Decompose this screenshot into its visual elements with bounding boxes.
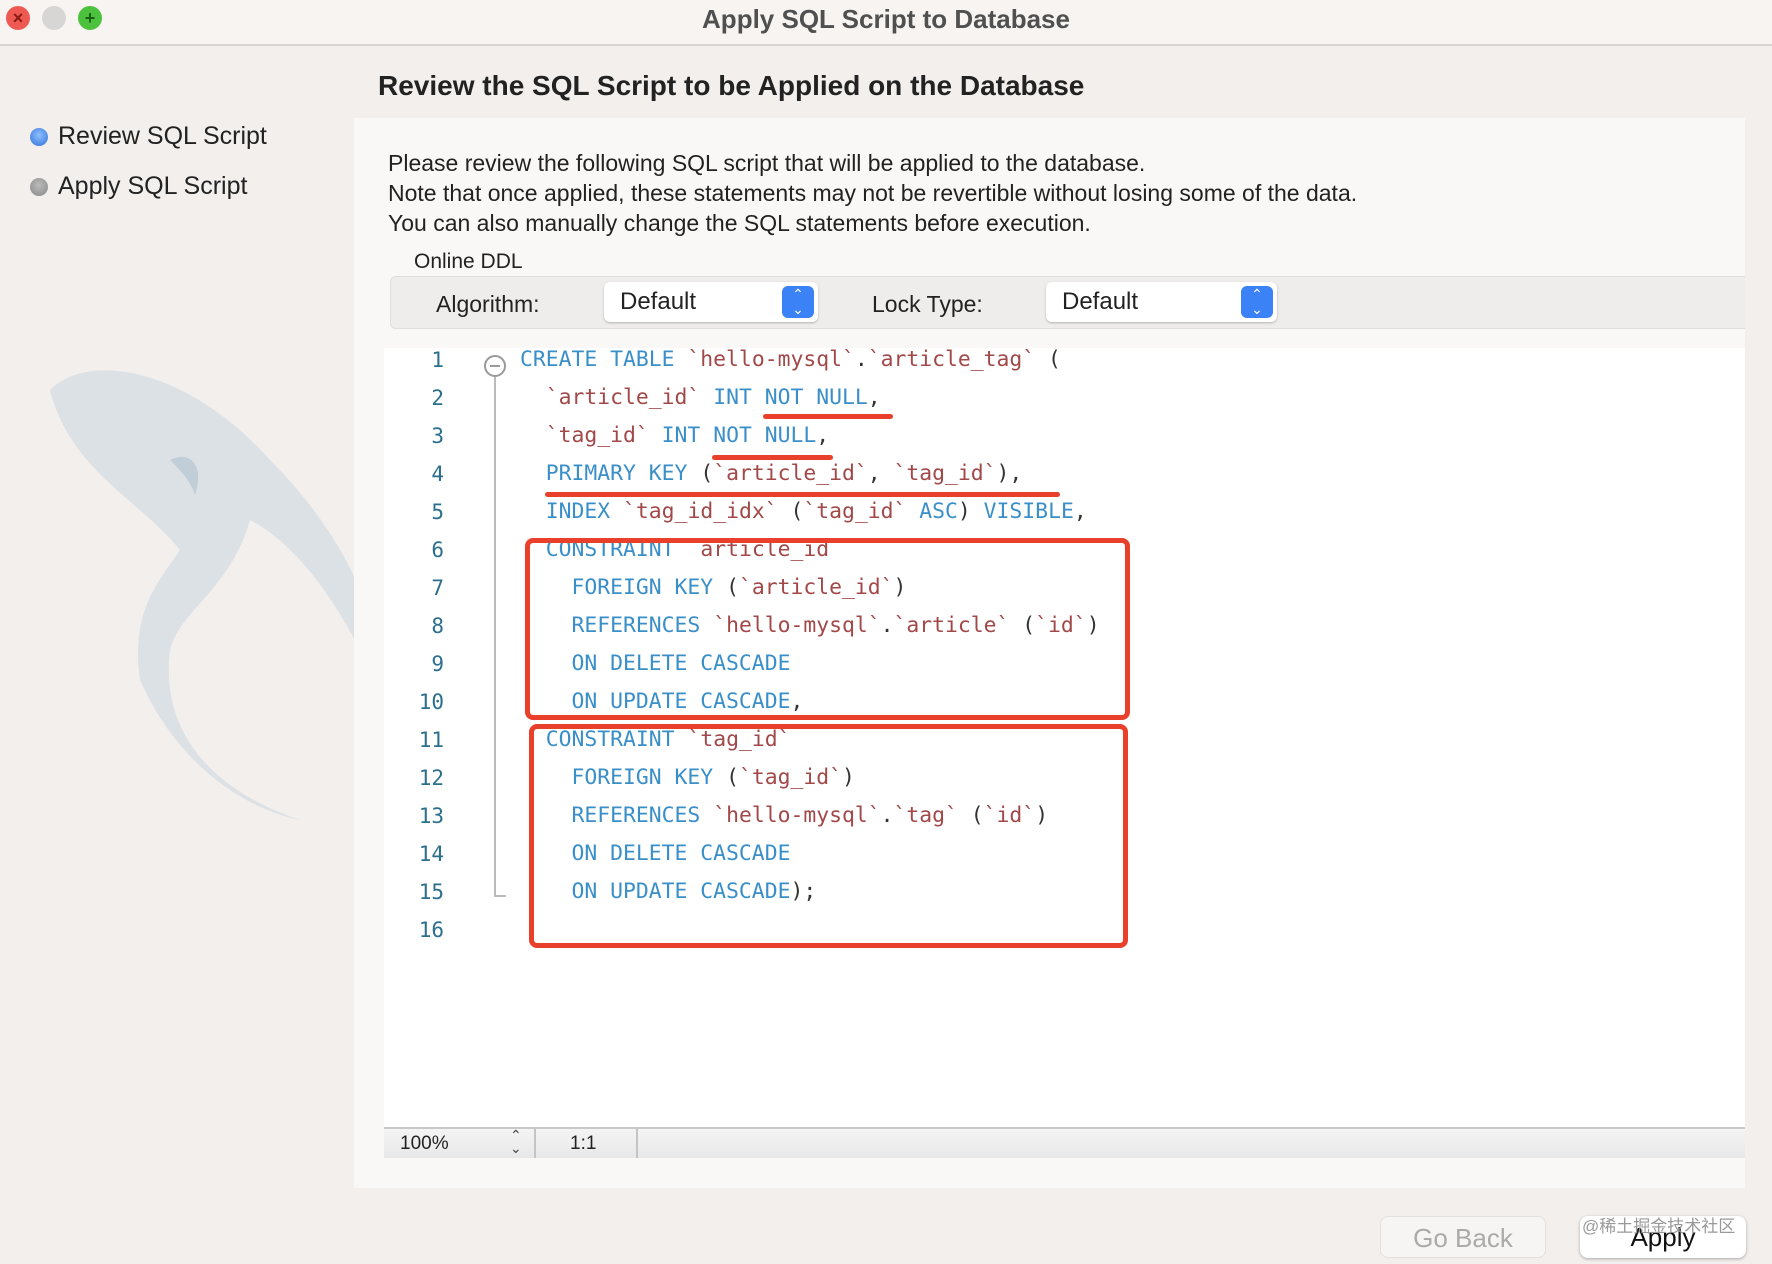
- sql-punctuation: ),: [996, 461, 1023, 486]
- page-title: Review the SQL Script to be Applied on t…: [378, 70, 1085, 101]
- editor-status-bar: 100% ⌃ ⌄ 1:1: [384, 1127, 1745, 1158]
- sql-punctuation: (: [687, 461, 714, 486]
- sql-keyword: INDEX: [545, 499, 624, 524]
- sql-identifier: `hello-mysql`: [687, 347, 855, 372]
- line-number: 14: [418, 842, 444, 866]
- sql-identifier: `article_id`: [713, 461, 868, 486]
- annotation-underline: [712, 455, 833, 460]
- code-line: `article_id` INT NOT NULL,: [520, 385, 881, 410]
- chevron-up-down-icon: ⌃ ⌄: [782, 286, 814, 318]
- sql-punctuation: ,: [816, 423, 830, 448]
- sql-punctuation: ): [957, 499, 984, 524]
- go-back-button[interactable]: Go Back: [1380, 1216, 1546, 1258]
- line-number: 9: [431, 652, 444, 676]
- online-ddl-title: Online DDL: [414, 250, 523, 273]
- sql-keyword: PRIMARY KEY: [545, 461, 688, 486]
- sql-identifier: `tag_id`: [545, 423, 649, 448]
- line-number: 2: [431, 386, 444, 410]
- sql-keyword: INT NOT NULL: [648, 423, 817, 448]
- algorithm-value: Default: [620, 288, 697, 315]
- sql-punctuation: .: [854, 347, 868, 372]
- algorithm-label: Algorithm:: [436, 291, 540, 317]
- sql-keyword: INT NOT NULL: [700, 385, 868, 410]
- fold-collapse-icon[interactable]: [484, 355, 506, 377]
- sql-punctuation: [520, 461, 546, 486]
- mysql-dolphin-watermark: [50, 370, 370, 820]
- code-line: PRIMARY KEY (`article_id`, `tag_id`),: [520, 461, 1023, 486]
- sql-identifier: `article_id`: [545, 385, 701, 410]
- sidebar-item-label: Review SQL Script: [58, 122, 267, 150]
- description-line: Note that once applied, these statements…: [388, 180, 1358, 206]
- sql-keyword: ASC: [906, 499, 958, 524]
- line-number: 4: [431, 462, 444, 486]
- sql-punctuation: ,: [867, 461, 894, 486]
- lock-type-select[interactable]: Default ⌃ ⌄: [1046, 282, 1277, 322]
- annotation-box: [529, 724, 1128, 948]
- line-number: 3: [431, 424, 444, 448]
- sql-identifier: `tag_id`: [893, 461, 997, 486]
- sql-keyword: VISIBLE: [983, 499, 1074, 524]
- annotation-underline: [545, 492, 1060, 497]
- title-bar: × + Apply SQL Script to Database: [0, 0, 1772, 46]
- line-number: 5: [431, 500, 444, 524]
- line-number: 10: [418, 690, 444, 714]
- sidebar-item-apply: Apply SQL Script: [30, 172, 247, 201]
- sql-keyword: CREATE TABLE: [520, 347, 688, 372]
- zoom-stepper[interactable]: ⌃ ⌄: [510, 1128, 522, 1155]
- pending-step-icon: [30, 177, 48, 196]
- line-number: 8: [431, 614, 444, 638]
- sidebar-item-label: Apply SQL Script: [58, 172, 248, 200]
- lock-type-label: Lock Type:: [872, 291, 983, 317]
- line-number: 1: [431, 348, 444, 372]
- divider: [636, 1129, 638, 1158]
- divider: [534, 1129, 536, 1158]
- sql-punctuation: ,: [1073, 499, 1087, 524]
- sql-punctuation: [520, 423, 546, 448]
- code-line: CREATE TABLE `hello-mysql`.`article_tag`…: [520, 347, 1061, 372]
- fold-line: [494, 377, 496, 897]
- line-number: 12: [418, 766, 444, 790]
- sql-identifier: `article_tag`: [867, 347, 1036, 372]
- window-title: Apply SQL Script to Database: [702, 4, 1070, 34]
- line-number: 11: [418, 728, 444, 752]
- sql-punctuation: ,: [867, 385, 881, 410]
- description-line: You can also manually change the SQL sta…: [388, 210, 1091, 236]
- sql-punctuation: (: [777, 499, 804, 524]
- code-line: INDEX `tag_id_idx` (`tag_id` ASC) VISIBL…: [520, 499, 1087, 524]
- line-number: 15: [418, 880, 444, 904]
- sql-identifier: `tag_id`: [803, 499, 907, 524]
- line-number: 13: [418, 804, 444, 828]
- sql-identifier: `tag_id_idx`: [623, 499, 778, 524]
- fold-line-end: [494, 895, 506, 897]
- line-number: 16: [418, 918, 444, 942]
- zoom-level: 100%: [400, 1133, 449, 1154]
- code-line: `tag_id` INT NOT NULL,: [520, 423, 829, 448]
- watermark-text: @稀土掘金技术社区: [1582, 1217, 1736, 1236]
- algorithm-select[interactable]: Default ⌃ ⌄: [604, 282, 818, 322]
- sql-punctuation: [520, 499, 546, 524]
- cursor-position: 1:1: [570, 1133, 597, 1154]
- active-step-icon: [30, 127, 48, 146]
- lock-type-value: Default: [1062, 288, 1139, 315]
- line-number: 7: [431, 576, 444, 600]
- annotation-box: [525, 538, 1130, 720]
- sidebar-item-review: Review SQL Script: [30, 122, 267, 151]
- sql-punctuation: (: [1035, 347, 1061, 372]
- annotation-underline: [763, 414, 893, 419]
- chevron-up-down-icon: ⌃ ⌄: [1241, 286, 1273, 318]
- description-line: Please review the following SQL script t…: [388, 150, 1146, 176]
- line-number: 6: [431, 538, 444, 562]
- sql-punctuation: [520, 385, 546, 410]
